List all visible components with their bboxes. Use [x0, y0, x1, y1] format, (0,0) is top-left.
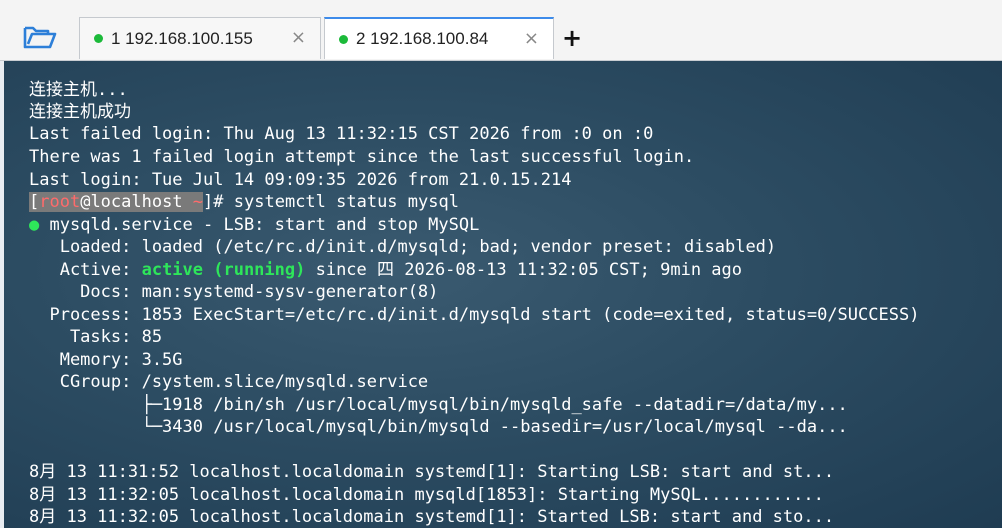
active-prefix: Active:	[29, 260, 142, 280]
service-process: Process: 1853 ExecStart=/etc/rc.d/init.d…	[29, 305, 920, 325]
tab-session-2[interactable]: 2 192.168.100.84 ×	[324, 17, 554, 59]
tab-bar: 1 192.168.100.155 × 2 192.168.100.84 × +	[0, 0, 1002, 61]
cgroup-tree-item: ├─1918 /bin/sh /usr/local/mysql/bin/mysq…	[29, 395, 848, 415]
shell-prompt-line: [root@localhost ~]# systemctl status mys…	[29, 191, 459, 213]
terminal-line: 连接主机成功	[29, 102, 131, 122]
service-memory: Memory: 3.5G	[29, 350, 183, 370]
tab-session-1[interactable]: 1 192.168.100.155 ×	[79, 17, 321, 59]
folder-open-icon[interactable]	[20, 20, 60, 54]
connected-status-icon	[339, 34, 348, 44]
terminal-line: Last login: Tue Jul 14 09:09:35 2026 fro…	[29, 170, 572, 190]
service-loaded: Loaded: loaded (/etc/rc.d/init.d/mysqld;…	[29, 237, 777, 257]
prompt-sign: #	[213, 192, 234, 212]
close-icon[interactable]: ×	[291, 27, 306, 48]
connected-status-icon	[94, 34, 103, 43]
prompt-host: @localhost	[80, 192, 193, 212]
prompt-command: systemctl status mysql	[233, 192, 459, 212]
prompt-path: ~	[192, 192, 204, 212]
service-status-line: ● mysqld.service - LSB: start and stop M…	[29, 214, 479, 236]
journal-log-line: 8月 13 11:31:52 localhost.localdomain sys…	[29, 462, 835, 482]
cgroup-tree-item: └─3430 /usr/local/mysql/bin/mysqld --bas…	[29, 417, 848, 437]
add-tab-button[interactable]: +	[560, 24, 584, 52]
prompt-user: root	[39, 192, 81, 212]
close-icon[interactable]: ×	[524, 28, 539, 49]
tab-label: 1 192.168.100.155	[111, 28, 253, 48]
active-state: active (running)	[141, 260, 306, 280]
service-active-bullet-icon: ●	[29, 215, 40, 235]
tab-label: 2 192.168.100.84	[356, 29, 489, 48]
service-tasks: Tasks: 85	[29, 327, 163, 347]
service-active: Active: active (running) since 四 2026-08…	[29, 259, 742, 281]
prompt-bracket-close: ]	[203, 192, 214, 212]
terminal-line: Last failed login: Thu Aug 13 11:32:15 C…	[29, 124, 654, 144]
terminal-output[interactable]: 连接主机... 连接主机成功 Last failed login: Thu Au…	[4, 61, 1002, 528]
active-suffix: since 四 2026-08-13 11:32:05 CST; 9min ag…	[305, 260, 742, 280]
prompt-bracket-open: [	[29, 192, 40, 212]
journal-log-line: 8月 13 11:32:05 localhost.localdomain mys…	[29, 485, 824, 505]
terminal-line: There was 1 failed login attempt since t…	[29, 147, 695, 167]
service-docs: Docs: man:systemd-sysv-generator(8)	[29, 282, 439, 302]
terminal-line: 连接主机...	[29, 80, 128, 100]
service-cgroup: CGroup: /system.slice/mysqld.service	[29, 372, 429, 392]
service-title: mysqld.service - LSB: start and stop MyS…	[39, 215, 480, 235]
journal-log-line: 8月 13 11:32:05 localhost.localdomain sys…	[29, 507, 835, 527]
